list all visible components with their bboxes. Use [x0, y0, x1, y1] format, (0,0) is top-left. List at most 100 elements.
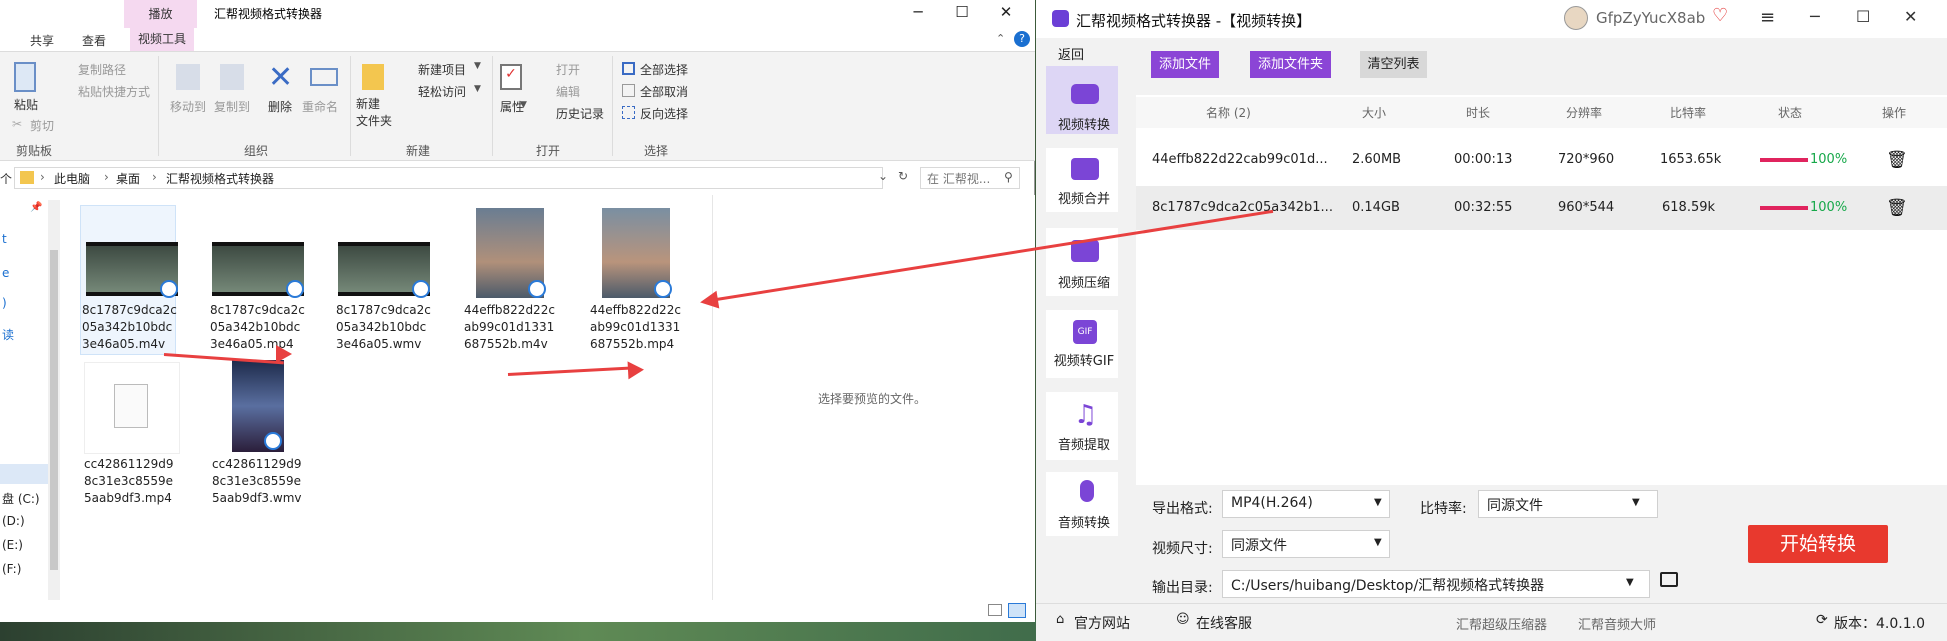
close-icon[interactable]: ✕ [1904, 7, 1917, 26]
new-folder-button[interactable]: 新建 文件夹 [356, 96, 392, 130]
file-item[interactable] [84, 362, 180, 454]
copy-to-button[interactable]: 复制到 [214, 98, 250, 115]
nav-drive-e[interactable]: (E:) [2, 538, 23, 552]
rename-button[interactable]: 重命名 [302, 98, 338, 115]
context-tab-play[interactable]: 播放 [124, 5, 197, 22]
nav-drive-f[interactable]: (F:) [2, 562, 21, 576]
video-merge-icon [1071, 158, 1099, 180]
nav-item-fragment[interactable]: t [2, 232, 7, 246]
paste-shortcut-button[interactable]: 粘贴快捷方式 [78, 83, 150, 100]
column-size: 大小 [1362, 106, 1387, 120]
progress-bar [1760, 158, 1808, 162]
microphone-icon [1080, 480, 1094, 502]
scrollbar-thumb[interactable] [50, 250, 58, 570]
maximize-icon[interactable]: ☐ [1856, 7, 1870, 26]
breadcrumb-desktop[interactable]: 桌面 [116, 170, 140, 187]
column-name[interactable]: 名称 (2) [1206, 104, 1251, 121]
large-icons-view-icon[interactable] [1008, 603, 1026, 618]
online-support-link[interactable]: 在线客服 [1196, 613, 1252, 633]
vip-heart-icon[interactable]: ♡ [1712, 5, 1728, 26]
row-size: 0.14GB [1352, 200, 1400, 215]
clear-list-button[interactable]: 清空列表 [1360, 51, 1427, 78]
back-button[interactable]: 返回 [1058, 44, 1084, 63]
easy-access-button[interactable]: 轻松访问 [418, 83, 466, 100]
row-name: 44effb822d22cab99c01d... [1152, 152, 1328, 167]
chevron-down-icon: ▼ [474, 84, 481, 94]
open-folder-icon[interactable] [1660, 572, 1678, 587]
compressor-link[interactable]: 汇帮超级压缩器 [1456, 614, 1547, 633]
row-duration: 00:32:55 [1454, 200, 1513, 215]
trash-icon[interactable]: 🗑 [1886, 150, 1908, 170]
breadcrumb-folder[interactable]: 汇帮视频格式转换器 [166, 170, 274, 187]
file-name: 8c1787c9dca2c05a342b10bdc3e46a05.m4v [82, 303, 177, 351]
output-dir-select[interactable]: C:/Users/huibang/Desktop/汇帮视频格式转换器 [1222, 570, 1650, 598]
add-file-button[interactable]: 添加文件 [1151, 51, 1219, 78]
invert-selection-button[interactable]: 反向选择 [640, 105, 688, 122]
new-item-button[interactable]: 新建项目 [418, 61, 466, 78]
copy-path-button[interactable]: 复制路径 [78, 61, 126, 78]
row-size: 2.60MB [1352, 152, 1402, 167]
close-icon[interactable]: ✕ [984, 1, 1028, 25]
username: GfpZyYucX8ab [1596, 9, 1706, 27]
nav-drive-d[interactable]: (D:) [2, 514, 25, 528]
media-player-icon [654, 280, 672, 298]
add-folder-button[interactable]: 添加文件夹 [1250, 51, 1331, 78]
nav-item-fragment[interactable]: e [2, 266, 9, 280]
arrow-head-icon [627, 360, 645, 380]
select-none-button[interactable]: 全部取消 [640, 83, 688, 100]
media-player-icon [412, 280, 430, 298]
paste-button[interactable]: 粘贴 [14, 96, 38, 113]
format-label: 导出格式: [1152, 501, 1213, 517]
nav-drive-c[interactable]: 盘 (C:) [2, 490, 40, 507]
row-resolution: 720*960 [1558, 152, 1615, 167]
history-button[interactable]: 历史记录 [556, 105, 604, 122]
home-icon: ⌂ [1056, 612, 1065, 627]
cut-button[interactable]: 剪切 [30, 117, 54, 134]
select-all-button[interactable]: 全部选择 [640, 61, 688, 78]
details-view-icon[interactable] [988, 604, 1002, 616]
breadcrumb-this-pc[interactable]: 此电脑 [54, 170, 90, 187]
column-status: 状态 [1778, 106, 1803, 120]
row-resolution: 960*544 [1558, 200, 1615, 215]
tab-view[interactable]: 查看 [82, 32, 106, 49]
tab-video-tools[interactable]: 视频工具 [130, 28, 195, 51]
edit-button[interactable]: 编辑 [556, 83, 580, 100]
row-name: 8c1787c9dca2c05a342b1... [1152, 200, 1333, 215]
minimize-icon[interactable]: ─ [896, 1, 940, 25]
menu-icon[interactable]: ≡ [1760, 7, 1775, 28]
format-select[interactable]: MP4(H.264) [1222, 490, 1390, 518]
maximize-icon[interactable]: ☐ [940, 1, 984, 25]
arrow-head-icon [698, 290, 720, 312]
sidebar-label: 视频合并 [1057, 192, 1110, 207]
official-site-link[interactable]: 官方网站 [1074, 613, 1130, 633]
file-name: 44effb822d22cab99c01d1331687552b.mp4 [590, 303, 681, 351]
bitrate-select[interactable]: 同源文件 [1478, 490, 1658, 518]
media-player-icon [286, 280, 304, 298]
sidebar-label: 音频提取 [1057, 438, 1110, 453]
nav-item-fragment[interactable]: 读 [2, 326, 14, 343]
group-select: 选择 [644, 144, 669, 158]
select-none-icon [622, 84, 635, 97]
nav-item-fragment[interactable]: ) [2, 296, 7, 310]
chevron-down-icon: ▼ [474, 61, 481, 71]
start-convert-button[interactable]: 开始转换 [1748, 525, 1888, 563]
address-bar[interactable] [14, 167, 883, 189]
audio-master-link[interactable]: 汇帮音频大师 [1578, 614, 1656, 633]
refresh-icon[interactable]: ↻ [898, 169, 908, 183]
move-to-button[interactable]: 移动到 [170, 98, 206, 115]
minimize-icon[interactable]: ─ [1810, 7, 1820, 26]
avatar[interactable] [1564, 6, 1588, 30]
chevron-down-icon[interactable]: ⌄ [878, 169, 888, 183]
trash-icon[interactable]: 🗑 [1886, 198, 1908, 218]
tab-share[interactable]: 共享 [30, 32, 54, 49]
new-folder-icon [362, 64, 384, 90]
group-organize: 组织 [244, 144, 269, 158]
delete-button[interactable]: 删除 [268, 98, 292, 115]
pin-icon: 📌 [30, 202, 43, 213]
chevron-down-icon: ▼ [1626, 577, 1634, 588]
ribbon-collapse-icon[interactable]: ⌃ [996, 32, 1005, 45]
help-icon[interactable]: ? [1014, 31, 1030, 47]
open-button[interactable]: 打开 [556, 61, 580, 78]
size-select[interactable]: 同源文件 [1222, 530, 1390, 558]
chevron-down-icon: ▼ [520, 100, 527, 110]
